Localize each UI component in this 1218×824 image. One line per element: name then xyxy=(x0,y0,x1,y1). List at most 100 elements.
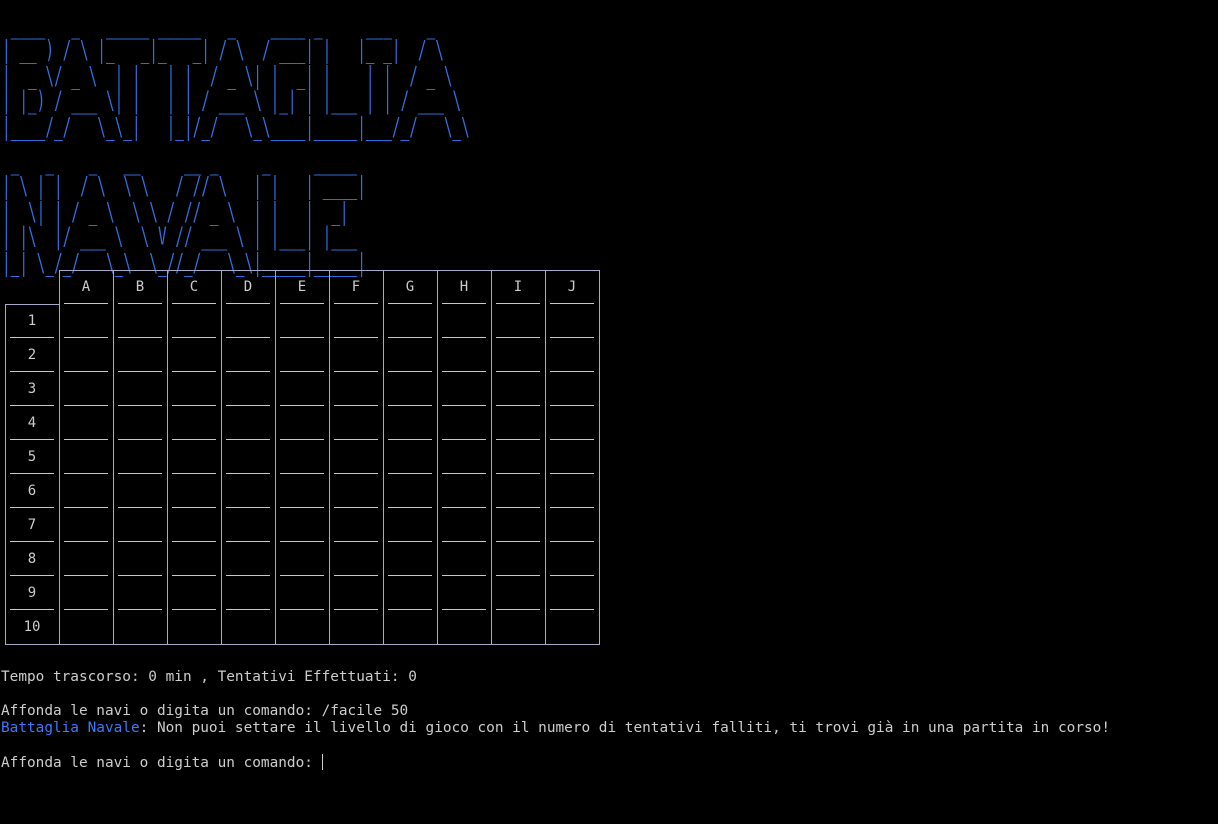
cell-divider xyxy=(118,609,162,610)
cell-divider xyxy=(226,473,270,474)
cell-divider xyxy=(172,303,216,304)
row-label-divider xyxy=(10,507,54,508)
cell-divider xyxy=(280,371,324,372)
cell-divider xyxy=(118,303,162,304)
column-header-j: J xyxy=(567,279,577,295)
cell-divider xyxy=(496,575,540,576)
row-label-5: 5 xyxy=(27,449,37,465)
response-message: : Non puoi settare il livello di gioco c… xyxy=(139,720,1110,736)
column-separator xyxy=(329,270,330,644)
console-prompt-history: Affonda le navi o digita un comando: /fa… xyxy=(1,703,409,719)
cell-divider xyxy=(226,575,270,576)
cell-divider xyxy=(118,371,162,372)
cell-divider xyxy=(172,507,216,508)
cell-divider xyxy=(550,507,594,508)
cell-divider xyxy=(550,405,594,406)
cell-divider xyxy=(388,507,432,508)
column-header-e: E xyxy=(297,279,307,295)
cell-divider xyxy=(442,473,486,474)
row-label-3: 3 xyxy=(27,381,37,397)
cell-divider xyxy=(550,473,594,474)
cell-divider xyxy=(64,507,108,508)
cell-divider xyxy=(64,337,108,338)
cell-divider xyxy=(442,575,486,576)
cell-divider xyxy=(118,337,162,338)
column-header-f: F xyxy=(351,279,361,295)
column-separator xyxy=(437,270,438,644)
cell-divider xyxy=(334,337,378,338)
banner-title-navale: _ _ _ __ __ _ _ _____ | \ | | / \ \ \ / … xyxy=(2,148,366,278)
console-response: Battaglia Navale: Non puoi settare il li… xyxy=(1,720,1110,737)
cell-divider xyxy=(226,507,270,508)
cell-divider xyxy=(280,439,324,440)
column-separator xyxy=(113,270,114,644)
row-label-divider xyxy=(10,609,54,610)
cell-divider xyxy=(550,541,594,542)
cell-divider xyxy=(118,507,162,508)
cell-divider xyxy=(388,575,432,576)
column-separator xyxy=(545,270,546,644)
column-separator xyxy=(167,270,168,644)
cell-divider xyxy=(226,439,270,440)
column-header-d: D xyxy=(243,279,253,295)
column-header-g: G xyxy=(405,279,415,295)
cell-divider xyxy=(388,337,432,338)
cell-divider xyxy=(496,371,540,372)
sender-label: Battaglia Navale xyxy=(1,720,140,736)
cell-divider xyxy=(118,541,162,542)
cell-divider xyxy=(442,405,486,406)
column-separator xyxy=(275,270,276,644)
cell-divider xyxy=(388,303,432,304)
cell-divider xyxy=(334,541,378,542)
cell-divider xyxy=(550,337,594,338)
cell-divider xyxy=(64,473,108,474)
cell-divider xyxy=(496,303,540,304)
cell-divider xyxy=(388,439,432,440)
cell-divider xyxy=(388,473,432,474)
cell-divider xyxy=(280,507,324,508)
console-input-line[interactable]: Affonda le navi o digita un comando: xyxy=(1,754,323,772)
cell-divider xyxy=(172,371,216,372)
cell-divider xyxy=(442,541,486,542)
cell-divider xyxy=(334,575,378,576)
text-cursor[interactable] xyxy=(321,754,323,770)
cell-divider xyxy=(64,371,108,372)
cell-divider xyxy=(496,541,540,542)
cell-divider xyxy=(388,405,432,406)
cell-divider xyxy=(118,439,162,440)
cell-divider xyxy=(496,473,540,474)
row-label-2: 2 xyxy=(27,347,37,363)
cell-divider xyxy=(280,609,324,610)
row-label-divider xyxy=(10,575,54,576)
cell-divider xyxy=(226,371,270,372)
column-header-h: H xyxy=(459,279,469,295)
cell-divider xyxy=(118,575,162,576)
row-label-7: 7 xyxy=(27,517,37,533)
cell-divider xyxy=(64,541,108,542)
cell-divider xyxy=(172,609,216,610)
cell-divider xyxy=(334,303,378,304)
banner-title-battaglia: ____ _ _____ _____ _ ____ _ ___ _ | __ )… xyxy=(2,12,470,142)
cell-divider xyxy=(550,609,594,610)
row-label-6: 6 xyxy=(27,483,37,499)
cell-divider xyxy=(172,405,216,406)
cell-divider xyxy=(280,473,324,474)
cell-divider xyxy=(334,473,378,474)
cell-divider xyxy=(442,609,486,610)
cell-divider xyxy=(496,439,540,440)
cell-divider xyxy=(442,439,486,440)
cell-divider xyxy=(334,439,378,440)
cell-divider xyxy=(64,575,108,576)
row-label-1: 1 xyxy=(27,313,37,329)
cell-divider xyxy=(64,609,108,610)
cell-divider xyxy=(334,371,378,372)
cell-divider xyxy=(280,541,324,542)
cell-divider xyxy=(118,405,162,406)
cell-divider xyxy=(388,371,432,372)
cell-divider xyxy=(280,405,324,406)
cell-divider xyxy=(280,303,324,304)
cell-divider xyxy=(496,609,540,610)
column-header-c: C xyxy=(189,279,199,295)
column-separator xyxy=(491,270,492,644)
cell-divider xyxy=(226,541,270,542)
